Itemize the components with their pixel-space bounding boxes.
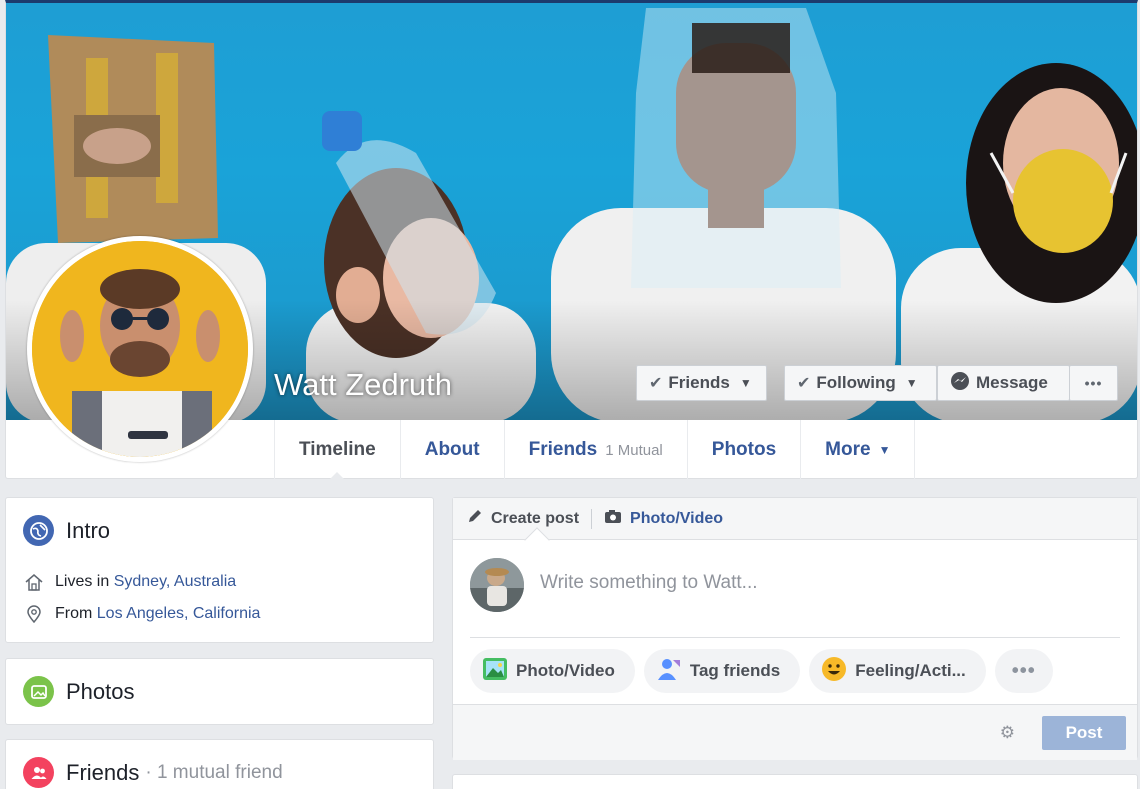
create-post-label: Create post (491, 509, 580, 527)
more-options-pill[interactable]: ••• (994, 649, 1053, 693)
photos-icon (23, 676, 54, 707)
tag-friends-pill[interactable]: Tag friends (643, 649, 801, 693)
create-post-tab[interactable]: Create post (467, 508, 579, 529)
chevron-down-icon: ▼ (905, 376, 918, 390)
friends-icon (23, 757, 54, 788)
profile-tabs: Timeline About Friends 1 Mutual Photos M… (274, 420, 916, 481)
tab-label: Friends (528, 439, 598, 460)
user-avatar-art (470, 558, 524, 612)
tab-label: Photos (711, 439, 777, 460)
profile-picture-image (32, 241, 248, 457)
lives-in-label: Lives in Sydney, Australia (55, 573, 236, 591)
smiley-icon (821, 656, 847, 687)
tab-about[interactable]: About (399, 420, 504, 480)
from-row: From Los Angeles, California (23, 603, 260, 625)
tab-photos[interactable]: Photos (686, 420, 800, 480)
profile-name: Watt Zedruth (274, 367, 453, 402)
following-button[interactable]: ✔ Following ▼ (784, 365, 937, 401)
messenger-icon (950, 371, 970, 396)
photo-video-tab-label: Photo/Video (630, 509, 724, 527)
checkmark-icon: ✔ (797, 375, 811, 392)
photo-video-pill[interactable]: Photo/Video (470, 649, 635, 693)
photo-icon (482, 656, 508, 687)
photos-card: Photos (5, 658, 434, 725)
from-link[interactable]: Los Angeles, California (97, 605, 261, 622)
feeling-activity-pill[interactable]: Feeling/Acti... (809, 649, 986, 693)
post-button[interactable]: Post (1042, 716, 1126, 750)
tab-friends[interactable]: Friends 1 Mutual (503, 420, 687, 480)
from-label: From Los Angeles, California (55, 605, 260, 623)
tab-label: More (825, 439, 871, 460)
camera-icon (604, 508, 622, 529)
friends-button[interactable]: ✔ Friends ▼ (636, 365, 767, 401)
lives-in-prefix: Lives in (55, 573, 110, 590)
tag-friends-pill-label: Tag friends (689, 661, 781, 680)
next-story-card (452, 774, 1138, 789)
gear-icon[interactable]: ⚙ (1000, 723, 1015, 743)
chevron-down-icon: ▼ (739, 376, 752, 390)
tab-timeline[interactable]: Timeline (274, 420, 400, 481)
intro-header: Intro (23, 515, 110, 546)
pencil-icon (467, 508, 483, 529)
from-prefix: From (55, 605, 93, 622)
photos-title: Photos (66, 678, 135, 704)
mutual-friend-count: · 1 mutual friend (145, 761, 283, 783)
friends-header[interactable]: Friends · 1 mutual friend (23, 757, 283, 788)
composer-footer: ⚙ Post (453, 704, 1137, 760)
photo-video-pill-label: Photo/Video (516, 661, 615, 680)
user-avatar (470, 558, 524, 612)
globe-icon (23, 515, 54, 546)
message-button[interactable]: Message (937, 365, 1070, 401)
lives-in-link[interactable]: Sydney, Australia (114, 573, 236, 590)
friends-button-label: Friends (668, 373, 730, 392)
intro-card: Intro Lives in Sydney, Australia From Lo… (5, 497, 434, 643)
tab-label: Timeline (299, 439, 376, 460)
tab-label: About (424, 439, 480, 460)
location-pin-icon (23, 603, 45, 625)
composer-actions: Photo/Video Tag friends Feeling/Acti... … (470, 649, 1053, 693)
home-icon (23, 571, 45, 593)
tag-friends-icon (656, 656, 682, 687)
profile-photo-art (32, 241, 248, 457)
friends-card: Friends · 1 mutual friend (5, 739, 434, 789)
post-composer: Create post Photo/Video Write something … (452, 497, 1138, 760)
composer-divider (470, 637, 1120, 638)
composer-tabs: Create post Photo/Video (453, 498, 1137, 540)
tab-divider (591, 508, 593, 529)
lives-in-row: Lives in Sydney, Australia (23, 571, 236, 593)
checkmark-icon: ✔ (649, 375, 663, 392)
following-button-label: Following (816, 373, 896, 392)
post-input[interactable]: Write something to Watt... (540, 572, 758, 594)
chevron-down-icon: ▼ (878, 443, 891, 457)
feeling-activity-pill-label: Feeling/Acti... (855, 661, 966, 680)
photo-video-tab[interactable]: Photo/Video (604, 508, 723, 529)
message-button-label: Message (976, 373, 1048, 392)
profile-header: Watt Zedruth ✔ Friends ▼ ✔ Following ▼ M… (5, 0, 1138, 481)
photos-header[interactable]: Photos (23, 676, 135, 707)
intro-title: Intro (66, 517, 111, 543)
more-actions-button[interactable]: ••• (1069, 365, 1118, 401)
mutual-count: 1 Mutual (605, 441, 663, 459)
tab-more[interactable]: More ▼ (800, 420, 916, 480)
profile-picture[interactable] (27, 236, 253, 462)
friends-title: Friends (66, 759, 140, 785)
